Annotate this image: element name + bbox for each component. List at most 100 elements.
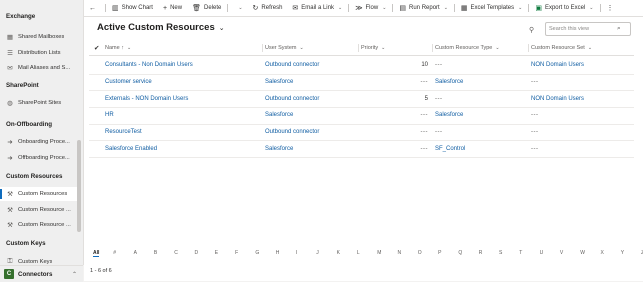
alphabet-letter[interactable]: B — [154, 250, 157, 256]
cell-user-system[interactable]: Salesforce — [265, 141, 293, 158]
export-excel-button[interactable]: ▣ Export to Excel ⌄ — [530, 0, 598, 16]
alphabet-letter[interactable]: Q — [458, 250, 462, 256]
table-row[interactable]: Externals - NON Domain Users Outbound con… — [89, 90, 634, 108]
sidebar-group-heading: Exchange — [6, 13, 36, 20]
alphabet-letter[interactable]: Y — [621, 250, 624, 256]
column-header-priority[interactable]: Priority ⌄ — [361, 41, 385, 55]
alphabet-letter[interactable]: C — [174, 250, 178, 256]
cell-type: --- — [435, 129, 443, 136]
cell-priority: 10 — [421, 62, 428, 69]
sidebar-item[interactable]: ▦ Shared Mailboxes — [0, 30, 77, 44]
table-row[interactable]: HR Salesforce --- Salesforce --- — [89, 107, 634, 125]
table-row[interactable]: Customer service Salesforce --- Salesforce -… — [89, 74, 634, 92]
delete-more-button[interactable]: ⌄ — [229, 0, 247, 16]
table-row[interactable]: ResourceTest Outbound connector --- --- --- — [89, 124, 634, 142]
column-header-user-system[interactable]: User System ⌄ — [265, 41, 304, 55]
cell-name[interactable]: HR — [105, 107, 114, 124]
sidebar-item[interactable]: ✉ Mail Aliases and S... — [0, 61, 77, 75]
cell-name[interactable]: Consultants - Non Domain Users — [105, 57, 193, 74]
column-header-name[interactable]: Name ↑ ⌄ — [105, 41, 131, 55]
alphabet-letter[interactable]: G — [255, 250, 259, 256]
back-arrow-icon: ← — [89, 4, 96, 12]
column-divider[interactable] — [358, 44, 359, 52]
search-input[interactable] — [549, 26, 615, 32]
cell-user-system[interactable]: Outbound connector — [265, 124, 319, 141]
view-selector[interactable]: Active Custom Resources ⌄ — [97, 22, 225, 33]
column-header-set[interactable]: Custom Resource Set ⌄ — [531, 41, 592, 55]
alphabet-letter[interactable]: A — [134, 250, 137, 256]
search-box[interactable]: ⌕ — [545, 22, 631, 36]
alphabet-letter[interactable]: J — [316, 250, 319, 256]
area-switcher[interactable]: C Connectors ⌃ — [0, 265, 83, 282]
cell-set[interactable]: NON Domain Users — [531, 90, 584, 107]
alphabet-letter[interactable]: E — [215, 250, 218, 256]
cell-user-system[interactable]: Outbound connector — [265, 90, 319, 107]
new-button[interactable]: + New — [158, 0, 187, 16]
alphabet-letter[interactable]: P — [438, 250, 441, 256]
filter-icon[interactable]: ⚲ — [529, 26, 534, 34]
more-commands-button[interactable]: ⋮ — [602, 0, 622, 16]
column-header-type[interactable]: Custom Resource Type ⌄ — [435, 41, 500, 55]
cell-user-system[interactable]: Outbound connector — [265, 57, 319, 74]
alphabet-letter[interactable]: All — [93, 250, 100, 257]
cell-name[interactable]: Salesforce Enabled — [105, 141, 157, 158]
table-row[interactable]: Salesforce Enabled Salesforce --- SF_Contro… — [89, 141, 634, 158]
sidebar-scrollbar[interactable] — [77, 140, 81, 232]
sidebar-group-heading: Custom Resources — [6, 173, 63, 180]
alphabet-letter[interactable]: V — [560, 250, 563, 256]
divider — [453, 4, 455, 12]
sidebar-item[interactable]: ⚒ Custom Resource ... — [0, 218, 77, 232]
divider — [599, 4, 601, 12]
alphabet-letter[interactable]: N — [398, 250, 402, 256]
alphabet-letter[interactable]: W — [580, 250, 585, 256]
delete-label: Delete — [203, 5, 222, 11]
sidebar-item-label: Distribution Lists — [18, 49, 61, 56]
alphabet-letter[interactable]: K — [337, 250, 340, 256]
alphabet-letter[interactable]: I — [296, 250, 297, 256]
cell-type[interactable]: Salesforce — [435, 107, 463, 124]
alphabet-letter[interactable]: S — [499, 250, 502, 256]
flow-button[interactable]: ≫ Flow ⌄ — [350, 0, 391, 16]
table-row[interactable]: Consultants - Non Domain Users Outbound c… — [89, 57, 634, 75]
show-chart-button[interactable]: ▥ Show Chart — [107, 0, 158, 16]
alphabet-letter[interactable]: U — [540, 250, 544, 256]
refresh-button[interactable]: ↻ Refresh — [248, 0, 288, 16]
cell-type[interactable]: Salesforce — [435, 74, 463, 91]
alphabet-letter[interactable]: O — [418, 250, 422, 256]
trash-icon: 🗑 — [192, 5, 201, 12]
email-link-button[interactable]: ✉ Email a Link ⌄ — [287, 0, 347, 16]
sidebar-item[interactable]: ◍ SharePoint Sites — [0, 96, 77, 110]
alphabet-letter[interactable]: D — [195, 250, 199, 256]
sidebar-item[interactable]: ➜ Offboarding Proce... — [0, 151, 77, 165]
cell-set[interactable]: NON Domain Users — [531, 57, 584, 74]
cell-user-system[interactable]: Salesforce — [265, 74, 293, 91]
select-all-checkbox[interactable]: ✔ — [94, 41, 99, 55]
column-divider[interactable] — [432, 44, 433, 52]
sidebar-item[interactable]: ⚿ Custom Keys — [0, 255, 77, 265]
alphabet-letter[interactable]: R — [479, 250, 483, 256]
search-icon[interactable]: ⌕ — [617, 25, 621, 33]
alphabet-letter[interactable]: H — [276, 250, 280, 256]
sidebar-item[interactable]: ⚒ Custom Resource ... — [0, 203, 77, 217]
column-divider[interactable] — [262, 44, 263, 52]
cell-type[interactable]: SF_Control — [435, 141, 465, 158]
back-button[interactable]: ← — [84, 0, 104, 16]
cell-name[interactable]: Customer service — [105, 74, 152, 91]
delete-button[interactable]: 🗑 Delete — [187, 0, 226, 16]
alphabet-letter[interactable]: F — [235, 250, 238, 256]
alphabet-letter[interactable]: L — [357, 250, 360, 256]
sidebar-item[interactable]: ⚒ Custom Resources — [0, 187, 77, 201]
sidebar-item[interactable]: ➜ Onboarding Proce... — [0, 135, 77, 149]
excel-templates-button[interactable]: ▦ Excel Templates ⌄ — [456, 0, 527, 16]
alphabet-letter[interactable]: # — [113, 250, 116, 256]
alphabet-letter[interactable]: M — [377, 250, 381, 256]
alphabet-letter[interactable]: X — [601, 250, 604, 256]
alphabet-letter[interactable]: T — [519, 250, 522, 256]
cell-name[interactable]: Externals - NON Domain Users — [105, 90, 188, 107]
run-report-button[interactable]: ▤ Run Report ⌄ — [394, 0, 453, 16]
cell-user-system[interactable]: Salesforce — [265, 107, 293, 124]
cell-name[interactable]: ResourceTest — [105, 124, 142, 141]
column-divider[interactable] — [528, 44, 529, 52]
sidebar-item[interactable]: ☰ Distribution Lists — [0, 46, 77, 60]
flow-label: Flow — [365, 5, 379, 11]
